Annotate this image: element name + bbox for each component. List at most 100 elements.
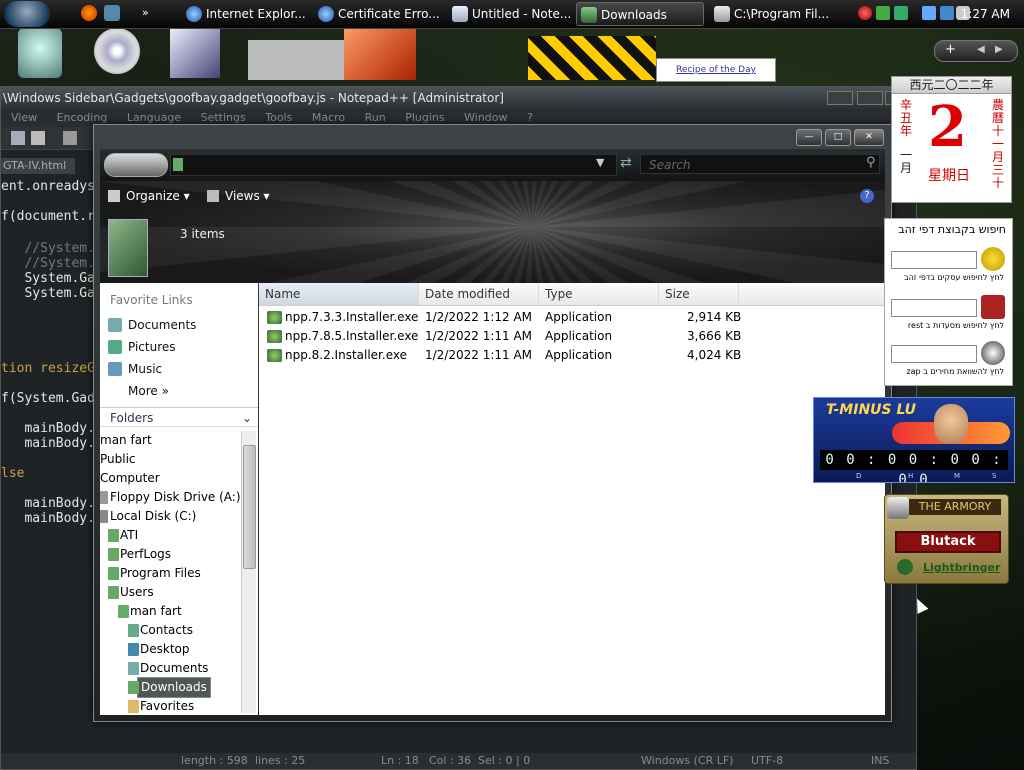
recipe-of-the-day-link[interactable]: Recipe of the Day <box>656 58 776 82</box>
show-desktop-icon[interactable] <box>104 5 120 21</box>
tree-item[interactable]: PerfLogs <box>108 545 171 564</box>
folders-header[interactable]: Folders ⌄ <box>100 407 258 427</box>
price-compare-input[interactable] <box>891 345 977 363</box>
menu-view[interactable]: View <box>11 111 37 124</box>
fav-more[interactable]: More » <box>106 381 169 401</box>
shield-tray-icon[interactable] <box>876 6 890 20</box>
search-icon[interactable]: ⚲ <box>866 155 876 170</box>
start-button[interactable] <box>4 1 50 27</box>
recycle-bin-icon[interactable] <box>18 28 62 78</box>
file-size: 3,666 KB <box>687 329 742 343</box>
desktop-shortcut-icon[interactable] <box>170 28 220 78</box>
column-size[interactable]: Size <box>659 283 739 305</box>
address-bar[interactable]: ▼ <box>170 154 617 176</box>
explorer-window[interactable]: — □ ✕ ▼ ⇄ Search ⚲ Organize ▾ Views ▾ ? … <box>93 124 892 722</box>
sidebar-controls[interactable]: + ◀ ▶ <box>934 40 1018 62</box>
back-forward-buttons[interactable] <box>104 153 168 177</box>
task-internet-explorer[interactable]: Internet Explor... <box>182 2 310 26</box>
fav-documents[interactable]: Documents <box>106 315 196 335</box>
tree-item[interactable]: Desktop <box>128 640 190 659</box>
armory-gadget[interactable]: THE ARMORY Blutack Lightbringer <box>884 494 1009 584</box>
fav-music[interactable]: Music <box>106 359 162 379</box>
display-tray-icon[interactable] <box>940 6 954 20</box>
tree-item[interactable]: Public <box>100 450 136 469</box>
file-row[interactable]: npp.7.8.5.Installer.exe 1/2/2022 1:11 AM… <box>259 327 885 346</box>
organize-button[interactable]: Organize ▾ <box>108 189 190 203</box>
taskbar-clock[interactable]: 1:27 AM <box>961 0 1010 28</box>
tree-item[interactable]: Documents <box>128 659 208 678</box>
cut-icon[interactable] <box>63 131 77 145</box>
file-row[interactable]: npp.7.3.3.Installer.exe 1/2/2022 1:12 AM… <box>259 308 885 327</box>
fav-pictures[interactable]: Pictures <box>106 337 176 357</box>
tree-item[interactable]: Program Files <box>108 564 201 583</box>
tree-item[interactable]: Favorites <box>128 697 194 716</box>
tree-item[interactable]: man fart <box>118 602 182 621</box>
task-certificate-error[interactable]: Certificate Erro... <box>314 2 444 26</box>
business-search-input[interactable] <box>891 251 977 269</box>
pictures-icon <box>108 340 122 354</box>
help-icon[interactable]: ? <box>860 189 874 203</box>
restaurant-search-label: לחץ לחיפוש מסעדות ב rest <box>907 321 1004 330</box>
tree-item-floppy[interactable]: Floppy Disk Drive (A:) <box>100 488 241 507</box>
update-tray-icon[interactable] <box>894 6 908 20</box>
prev-icon[interactable]: ◀ <box>977 44 985 55</box>
minimize-button[interactable] <box>827 91 853 105</box>
calendar-gadget[interactable]: 西元二〇二二年 辛丑年 一月 2 星期日 農曆十一月三十 <box>891 76 1012 203</box>
tree-scrollbar[interactable] <box>241 431 256 713</box>
menu-language[interactable]: Language <box>127 111 181 124</box>
music-icon <box>108 362 122 376</box>
print-icon[interactable] <box>31 131 45 145</box>
character-name[interactable]: Blutack <box>895 531 1001 553</box>
menu-encoding[interactable]: Encoding <box>57 111 108 124</box>
task-notepad[interactable]: Untitled - Note... <box>448 2 570 26</box>
scrollbar-thumb[interactable] <box>243 445 256 569</box>
tree-item[interactable]: ATI <box>108 526 138 545</box>
copy-icon[interactable] <box>11 131 25 145</box>
restaurant-icon[interactable] <box>981 295 1005 319</box>
code-line: f(document.r <box>1 209 95 224</box>
add-gadget-icon[interactable]: + <box>945 42 956 57</box>
menu-tools[interactable]: Tools <box>265 111 292 124</box>
quicklaunch-more-icon[interactable]: » <box>142 5 152 21</box>
menu-help[interactable]: ? <box>527 111 533 124</box>
cd-drive-icon[interactable] <box>94 28 140 74</box>
menu-window[interactable]: Window <box>464 111 507 124</box>
column-type[interactable]: Type <box>539 283 659 305</box>
minimize-button[interactable]: — <box>796 129 822 146</box>
next-icon[interactable]: ▶ <box>995 44 1003 55</box>
ie-icon <box>318 6 334 22</box>
tree-item[interactable]: Contacts <box>128 621 193 640</box>
views-button[interactable]: Views ▾ <box>207 189 270 203</box>
tree-item-downloads-selected[interactable]: Downloads <box>128 677 211 698</box>
firefox-icon[interactable] <box>81 5 97 21</box>
task-downloads[interactable]: Downloads <box>576 2 704 26</box>
restaurant-search-input[interactable] <box>891 299 977 317</box>
maximize-button[interactable]: □ <box>825 129 851 146</box>
menu-run[interactable]: Run <box>365 111 386 124</box>
views-icon <box>207 190 219 202</box>
menu-macro[interactable]: Macro <box>312 111 345 124</box>
search-input[interactable]: Search <box>640 154 880 174</box>
chevron-down-icon[interactable]: ▼ <box>596 156 604 169</box>
binoculars-icon[interactable] <box>981 341 1005 365</box>
file-date: 1/2/2022 1:11 AM <box>425 329 533 343</box>
menu-plugins[interactable]: Plugins <box>405 111 444 124</box>
tree-item-local-disk[interactable]: Local Disk (C:) <box>100 507 196 526</box>
column-date-modified[interactable]: Date modified <box>419 283 539 305</box>
file-row[interactable]: npp.8.2.Installer.exe 1/2/2022 1:11 AM A… <box>259 346 885 365</box>
tab-gta-iv[interactable]: GTA-IV.html <box>1 158 75 174</box>
network-tray-icon[interactable] <box>922 6 936 20</box>
countdown-gadget[interactable]: T-MINUS LU 0 0 : 0 0 : 0 0 : 0 0 D H M S <box>813 397 1015 483</box>
menu-settings[interactable]: Settings <box>201 111 246 124</box>
refresh-icon[interactable]: ⇄ <box>620 155 632 171</box>
security-tray-icon[interactable] <box>858 6 872 20</box>
column-name[interactable]: Name <box>259 283 419 305</box>
task-program-files[interactable]: C:\Program Fil... <box>710 2 838 26</box>
close-button[interactable]: ✕ <box>854 129 884 146</box>
tree-item[interactable]: Users <box>108 583 154 602</box>
tree-item[interactable]: Computer <box>100 469 160 488</box>
maximize-button[interactable] <box>857 91 883 105</box>
tree-item[interactable]: man fart <box>100 431 152 450</box>
yellow-pages-icon[interactable] <box>981 247 1005 271</box>
realm-link[interactable]: Lightbringer <box>923 561 1000 574</box>
